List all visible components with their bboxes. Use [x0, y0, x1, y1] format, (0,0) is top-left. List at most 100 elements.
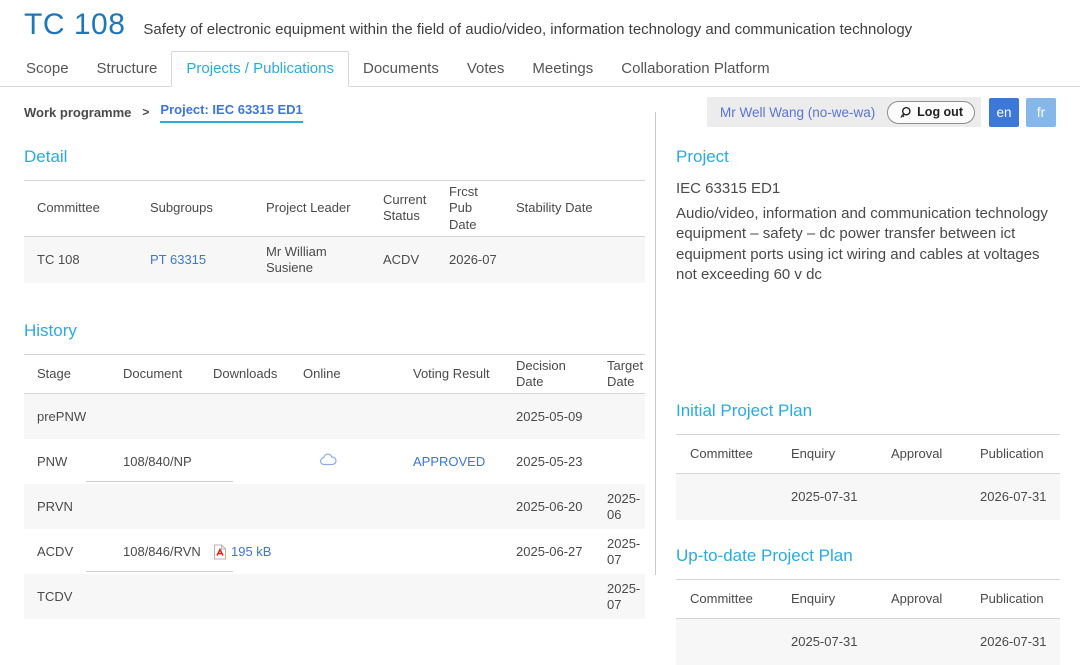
column-header-decision-date: Decision Date — [503, 358, 594, 391]
detail-frcst-pub-date: 2026-07 — [436, 252, 503, 268]
tab-projects-publications[interactable]: Projects / Publications — [171, 51, 349, 87]
column-header-committee: Committee — [676, 591, 777, 607]
column-header-publication: Publication — [966, 591, 1060, 607]
column-header-downloads: Downloads — [200, 366, 290, 382]
download-size-link[interactable]: 195 kB — [231, 544, 271, 560]
tab-bar: Scope Structure Projects / Publications … — [0, 51, 1080, 87]
column-header-committee: Committee — [676, 446, 777, 462]
detail-heading: Detail — [24, 147, 645, 167]
logout-label: Log out — [917, 105, 963, 119]
column-header-enquiry: Enquiry — [777, 446, 877, 462]
column-header-stability-date: Stability Date — [503, 200, 645, 216]
key-logout-icon — [899, 106, 912, 119]
tab-votes[interactable]: Votes — [453, 52, 519, 86]
document-reference: 108/840/NP — [110, 454, 200, 470]
detail-table: Committee Subgroups Project Leader Curre… — [24, 180, 645, 283]
column-header-publication: Publication — [966, 446, 1060, 462]
history-table: Stage Document Downloads Online Voting R… — [24, 354, 645, 620]
project-heading: Project — [676, 147, 1060, 167]
column-header-document: Document — [110, 366, 200, 382]
column-divider — [655, 112, 656, 575]
document-underline — [86, 571, 233, 572]
column-header-subgroups: Subgroups — [137, 200, 253, 216]
detail-table-row: TC 108 PT 63315 Mr William Susiene ACDV … — [24, 237, 645, 283]
column-header-frcst-pub-date: Frcst Pub Date — [436, 184, 503, 233]
left-column: Detail Committee Subgroups Project Leade… — [0, 131, 655, 665]
decision-date: 2025-06-20 — [503, 499, 594, 515]
decision-date: 2025-05-23 — [503, 454, 594, 470]
tab-collaboration-platform[interactable]: Collaboration Platform — [607, 52, 783, 86]
stage-label: prePNW — [24, 409, 110, 425]
column-header-approval: Approval — [877, 591, 966, 607]
plan-publication-date: 2026-07-31 — [966, 489, 1060, 505]
plan-publication-date: 2026-07-31 — [966, 634, 1060, 650]
logout-button[interactable]: Log out — [887, 101, 975, 124]
history-row-prepnw: prePNW 2025-05-09 — [24, 394, 645, 439]
tab-meetings[interactable]: Meetings — [518, 52, 607, 86]
detail-current-status: ACDV — [370, 252, 436, 268]
stage-label: PNW — [24, 454, 110, 470]
cloud-online-icon[interactable] — [320, 453, 337, 466]
committee-title: TC 108 — [24, 8, 125, 42]
column-header-online: Online — [290, 366, 400, 382]
history-heading: History — [24, 321, 645, 341]
subgroup-link[interactable]: PT 63315 — [150, 252, 206, 267]
history-table-header: Stage Document Downloads Online Voting R… — [24, 355, 645, 395]
right-column: Project IEC 63315 ED1 Audio/video, infor… — [655, 131, 1080, 665]
column-header-target-date: Target Date — [594, 358, 645, 391]
language-en-button[interactable]: en — [989, 98, 1019, 127]
uptodate-project-plan-heading: Up-to-date Project Plan — [676, 546, 1060, 566]
decision-date: 2025-05-09 — [503, 409, 594, 425]
document-underline — [86, 481, 233, 482]
main-content: Detail Committee Subgroups Project Leade… — [0, 131, 1080, 665]
tab-structure[interactable]: Structure — [83, 52, 172, 86]
plan-enquiry-date: 2025-07-31 — [777, 634, 877, 650]
detail-committee: TC 108 — [24, 252, 137, 268]
history-row-acdv: ACDV 108/846/RVN 195 kB 2025-06-27 2025-… — [24, 529, 645, 574]
tab-documents[interactable]: Documents — [349, 52, 453, 86]
plan-enquiry-date: 2025-07-31 — [777, 489, 877, 505]
column-header-current-status: Current Status — [370, 192, 436, 225]
header: TC 108 Safety of electronic equipment wi… — [0, 0, 1080, 42]
tab-scope[interactable]: Scope — [12, 52, 83, 86]
column-header-voting-result: Voting Result — [400, 366, 503, 382]
breadcrumb-current-project[interactable]: Project: IEC 63315 ED1 — [160, 102, 302, 123]
document-reference: 108/846/RVN — [110, 544, 200, 560]
user-area: Mr Well Wang (no-we-wa) Log out en fr — [707, 97, 1056, 127]
detail-project-leader: Mr William Susiene — [253, 244, 370, 277]
uptodate-plan-row: 2025-07-31 2026-07-31 — [676, 619, 1060, 665]
initial-plan-header: Committee Enquiry Approval Publication — [676, 435, 1060, 474]
voting-result-link[interactable]: APPROVED — [413, 454, 485, 469]
target-date: 2025-07 — [594, 581, 645, 614]
language-fr-button[interactable]: fr — [1026, 98, 1056, 127]
breadcrumb-separator: > — [142, 105, 149, 119]
initial-project-plan-heading: Initial Project Plan — [676, 401, 1060, 421]
pdf-file-icon[interactable] — [213, 544, 227, 560]
column-header-enquiry: Enquiry — [777, 591, 877, 607]
initial-project-plan-table: Committee Enquiry Approval Publication 2… — [676, 434, 1060, 520]
project-description: Audio/video, information and communicati… — [676, 204, 1060, 285]
initial-plan-row: 2025-07-31 2026-07-31 — [676, 474, 1060, 520]
target-date: 2025-06 — [594, 491, 645, 524]
breadcrumb-work-programme[interactable]: Work programme — [24, 105, 131, 120]
breadcrumb: Work programme > Project: IEC 63315 ED1 — [24, 102, 303, 123]
stage-label: ACDV — [24, 544, 110, 560]
user-bar: Mr Well Wang (no-we-wa) Log out — [707, 97, 981, 127]
subheader: Work programme > Project: IEC 63315 ED1 … — [24, 97, 1056, 127]
stage-label: TCDV — [24, 589, 110, 605]
column-header-approval: Approval — [877, 446, 966, 462]
committee-subtitle: Safety of electronic equipment within th… — [143, 21, 912, 38]
column-header-committee: Committee — [24, 200, 137, 216]
target-date: 2025-07 — [594, 536, 645, 569]
column-header-project-leader: Project Leader — [253, 200, 370, 216]
column-header-stage: Stage — [24, 366, 110, 382]
page: TC 108 Safety of electronic equipment wi… — [0, 0, 1080, 628]
history-row-prvn: PRVN 2025-06-20 2025-06 — [24, 484, 645, 529]
user-name-link[interactable]: Mr Well Wang (no-we-wa) — [720, 105, 875, 120]
stage-label: PRVN — [24, 499, 110, 515]
decision-date: 2025-06-27 — [503, 544, 594, 560]
uptodate-plan-header: Committee Enquiry Approval Publication — [676, 580, 1060, 619]
history-row-pnw: PNW 108/840/NP APPROVED 2025-05-23 — [24, 439, 645, 484]
history-row-tcdv: TCDV 2025-07 — [24, 574, 645, 619]
detail-table-header: Committee Subgroups Project Leader Curre… — [24, 181, 645, 237]
